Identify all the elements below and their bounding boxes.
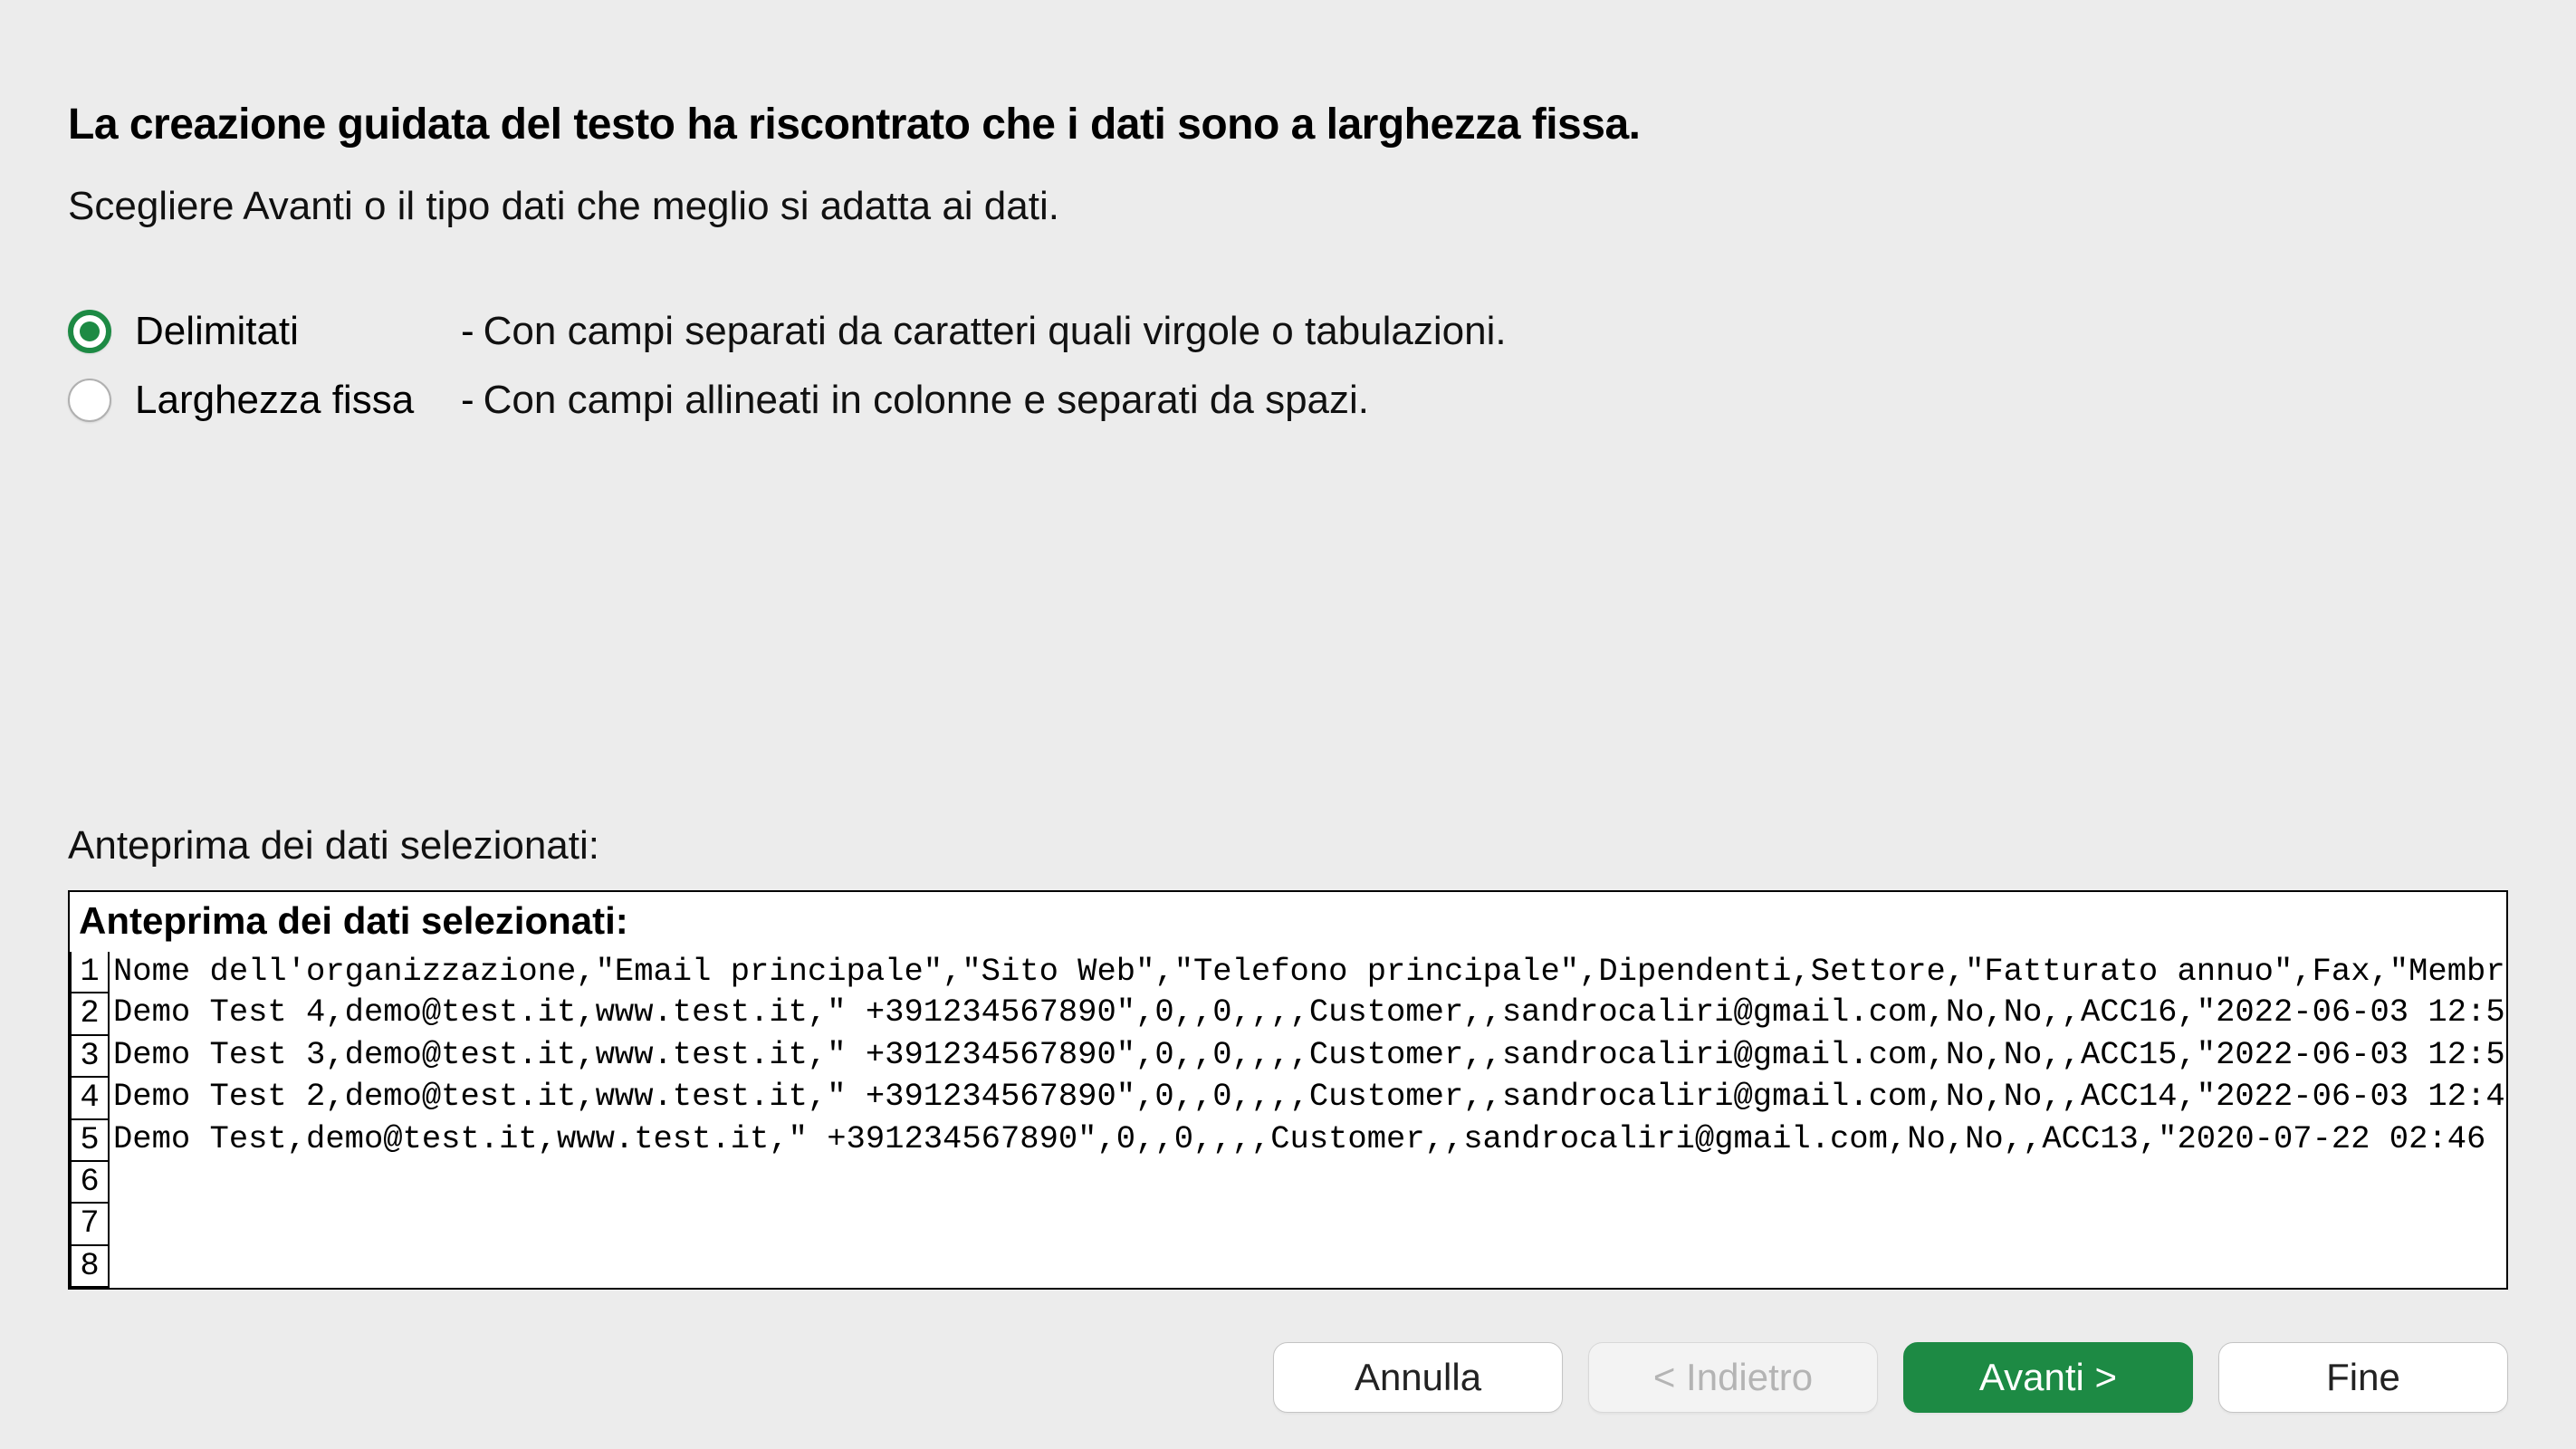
preview-row-data: [109, 1203, 2505, 1244]
preview-row: 1Nome dell'organizzazione,"Email princip…: [71, 952, 2505, 993]
preview-row-data: Nome dell'organizzazione,"Email principa…: [109, 952, 2505, 993]
preview-row-number: 3: [71, 1035, 109, 1077]
preview-box-header: Anteprima dei dati selezionati:: [70, 892, 2506, 952]
preview-row-number: 4: [71, 1077, 109, 1118]
preview-row: 8: [71, 1245, 2505, 1287]
dash: -: [461, 309, 474, 354]
radio-fixed-width-label: Larghezza fissa: [135, 378, 461, 423]
preview-row-data: Demo Test 4,demo@test.it,www.test.it," +…: [109, 993, 2505, 1034]
radio-fixed-width-desc: Con campi allineati in colonne e separat…: [484, 378, 1369, 423]
radio-delimited-label: Delimitati: [135, 309, 461, 354]
finish-button[interactable]: Fine: [2218, 1342, 2508, 1413]
preview-table: 1Nome dell'organizzazione,"Email princip…: [70, 952, 2506, 1288]
preview-row-number: 5: [71, 1119, 109, 1161]
preview-row: 3Demo Test 3,demo@test.it,www.test.it," …: [71, 1035, 2505, 1077]
preview-row-number: 1: [71, 952, 109, 993]
preview-label: Anteprima dei dati selezionati:: [68, 823, 2508, 868]
preview-box: Anteprima dei dati selezionati: 1Nome de…: [68, 890, 2508, 1290]
back-button: < Indietro: [1588, 1342, 1878, 1413]
radio-delimited-desc: Con campi separati da caratteri quali vi…: [484, 309, 1507, 354]
preview-row: 5Demo Test,demo@test.it,www.test.it," +3…: [71, 1119, 2505, 1161]
preview-row-data: [109, 1161, 2505, 1203]
preview-row: 7: [71, 1203, 2505, 1244]
dash: -: [461, 378, 474, 423]
radio-delimited[interactable]: [68, 310, 111, 353]
preview-row-number: 2: [71, 993, 109, 1034]
radio-fixed-width[interactable]: [68, 379, 111, 422]
preview-row-number: 8: [71, 1245, 109, 1287]
preview-row-data: Demo Test 2,demo@test.it,www.test.it," +…: [109, 1077, 2505, 1118]
preview-row-number: 7: [71, 1203, 109, 1244]
radio-row-delimited[interactable]: Delimitati - Con campi separati da carat…: [68, 309, 2508, 354]
wizard-heading: La creazione guidata del testo ha riscon…: [68, 100, 2508, 149]
wizard-subheading: Scegliere Avanti o il tipo dati che megl…: [68, 184, 2508, 229]
cancel-button[interactable]: Annulla: [1273, 1342, 1563, 1413]
preview-row-data: Demo Test 3,demo@test.it,www.test.it," +…: [109, 1035, 2505, 1077]
preview-row: 4Demo Test 2,demo@test.it,www.test.it," …: [71, 1077, 2505, 1118]
data-type-radio-group: Delimitati - Con campi separati da carat…: [68, 309, 2508, 423]
next-button[interactable]: Avanti >: [1903, 1342, 2193, 1413]
preview-row: 2Demo Test 4,demo@test.it,www.test.it," …: [71, 993, 2505, 1034]
wizard-button-row: Annulla < Indietro Avanti > Fine: [1273, 1342, 2508, 1413]
preview-row: 6: [71, 1161, 2505, 1203]
preview-row-data: [109, 1245, 2505, 1287]
radio-row-fixed-width[interactable]: Larghezza fissa - Con campi allineati in…: [68, 378, 2508, 423]
preview-row-data: Demo Test,demo@test.it,www.test.it," +39…: [109, 1119, 2505, 1161]
preview-row-number: 6: [71, 1161, 109, 1203]
